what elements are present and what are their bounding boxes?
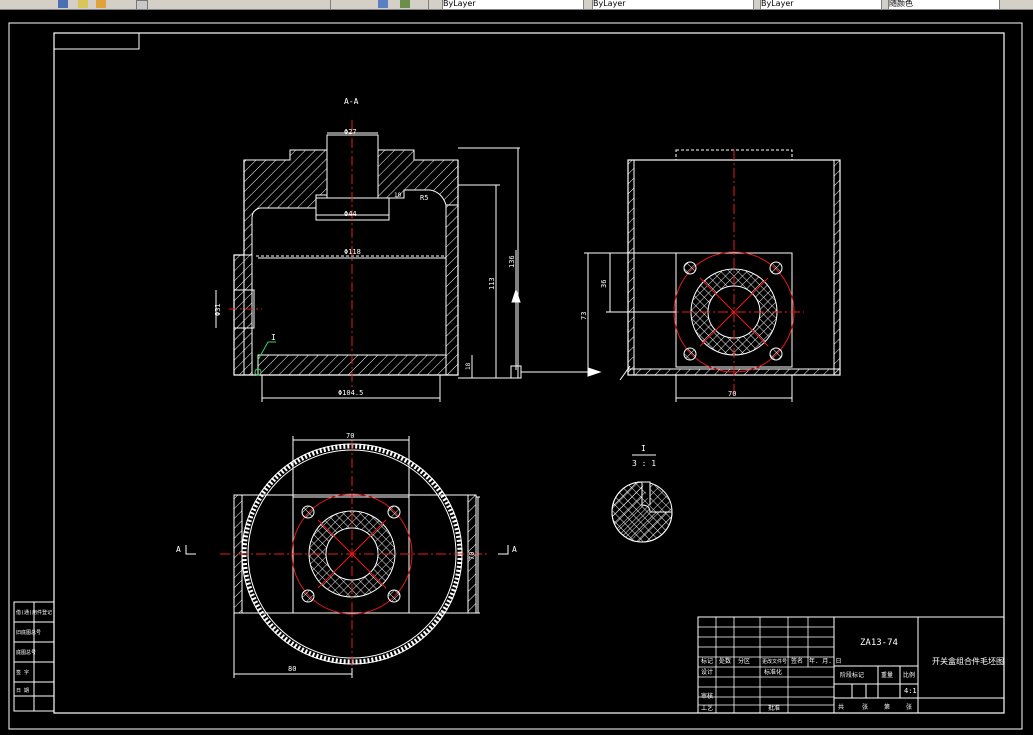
drawing-number: ZA13-74 <box>860 638 898 648</box>
layer-state-icon[interactable] <box>136 0 148 9</box>
dim-h70: 70 <box>468 552 476 560</box>
dim-h36: 36 <box>600 280 608 288</box>
tb-header-sign: 签名 <box>791 657 803 665</box>
tb-standardize: 标准化 <box>764 668 782 676</box>
tb-design: 设计 <box>701 668 713 676</box>
tb-header-date: 年. 月. 日 <box>809 657 841 665</box>
left-stamp-block <box>13 601 55 712</box>
dim-d31: Φ31 <box>214 303 222 316</box>
drawing-no-box-rotated <box>53 32 140 50</box>
detail-ref-mark: I <box>271 333 276 342</box>
layer-icon[interactable] <box>58 0 68 8</box>
dim-d118: Φ118 <box>344 248 361 256</box>
tb-sheets-no: 第 <box>884 703 890 711</box>
dim-d27: Φ27 <box>344 128 357 136</box>
dim-r5: R5 <box>420 194 428 202</box>
top-view <box>220 440 490 668</box>
cut-a-left: A <box>176 545 181 554</box>
dim-h73: 73 <box>580 312 588 320</box>
stamp-row-1: 借(通)用件登记 <box>16 609 52 616</box>
dim-h10: 10 <box>394 192 402 199</box>
tb-scale-value: 4:1 <box>904 687 917 695</box>
tb-header-count: 处数 <box>719 657 731 665</box>
color-combo[interactable]: 随颜色 <box>888 0 1000 9</box>
tb-sheets-unit-2: 张 <box>906 703 912 711</box>
tb-header-mark: 标记 <box>701 657 713 665</box>
lineweight-combo[interactable]: ByLayer <box>760 0 882 9</box>
sheet-outer-border <box>8 22 1023 730</box>
dim-h136: 136 <box>508 255 516 268</box>
drawing-canvas[interactable]: A-A I Φ27 Φ44 Φ118 Φ104.5 Φ31 113 136 10… <box>0 10 1033 735</box>
stamp-row-4: 签 字 <box>16 669 29 676</box>
section-label: A-A <box>344 97 359 106</box>
tb-check: 审核 <box>701 692 713 700</box>
layer-settings-icon[interactable] <box>400 0 410 8</box>
title-block-text: ZA13-74 开关盒组合件毛坯图 标记 处数 分区 更改文件号 签名 年. 月… <box>701 638 1004 712</box>
stamp-row-5: 日 期 <box>16 688 29 694</box>
tb-stage-mark: 阶段标记 <box>840 671 864 679</box>
stamp-row-3: 底图总号 <box>16 649 36 656</box>
sun-icon[interactable] <box>96 0 106 8</box>
layer-combo[interactable]: ByLayer <box>442 0 584 9</box>
cad-toolbar: ByLayer ByLayer ByLayer 随颜色 <box>0 0 1033 10</box>
tb-sheets-total: 共 <box>838 703 844 711</box>
lightbulb-icon[interactable] <box>78 0 88 8</box>
dim-w80: 80 <box>288 665 296 673</box>
tb-weight: 重量 <box>881 671 893 679</box>
linetype-combo[interactable]: ByLayer <box>592 0 754 9</box>
detail-view-i: I 3 : 1 <box>611 444 673 543</box>
stamp-row-2: 旧底图总号 <box>16 629 41 636</box>
dim-d104-5: Φ104.5 <box>338 389 363 397</box>
tb-process: 工艺 <box>701 704 713 712</box>
detail-label: I <box>641 444 646 453</box>
tb-header-zone: 分区 <box>738 657 750 665</box>
tb-approve: 批准 <box>768 704 780 712</box>
dim-h113: 113 <box>488 277 496 290</box>
dim-w70-front: 70 <box>728 390 736 398</box>
detail-scale: 3 : 1 <box>632 459 656 468</box>
layer-previous-icon[interactable] <box>378 0 388 8</box>
tb-ratio: 比例 <box>903 671 915 679</box>
front-view <box>627 149 841 395</box>
cut-a-right: A <box>512 545 517 554</box>
tb-header-change: 更改文件号 <box>762 658 787 665</box>
tb-sheets-unit-1: 张 <box>862 703 868 711</box>
dim-w70-top: 70 <box>346 432 354 440</box>
sheet-inner-border <box>53 32 1005 714</box>
dim-d44: Φ44 <box>344 210 357 218</box>
dim-h18: 18 <box>465 362 472 370</box>
drawing-name: 开关盒组合件毛坯图 <box>932 656 1004 666</box>
